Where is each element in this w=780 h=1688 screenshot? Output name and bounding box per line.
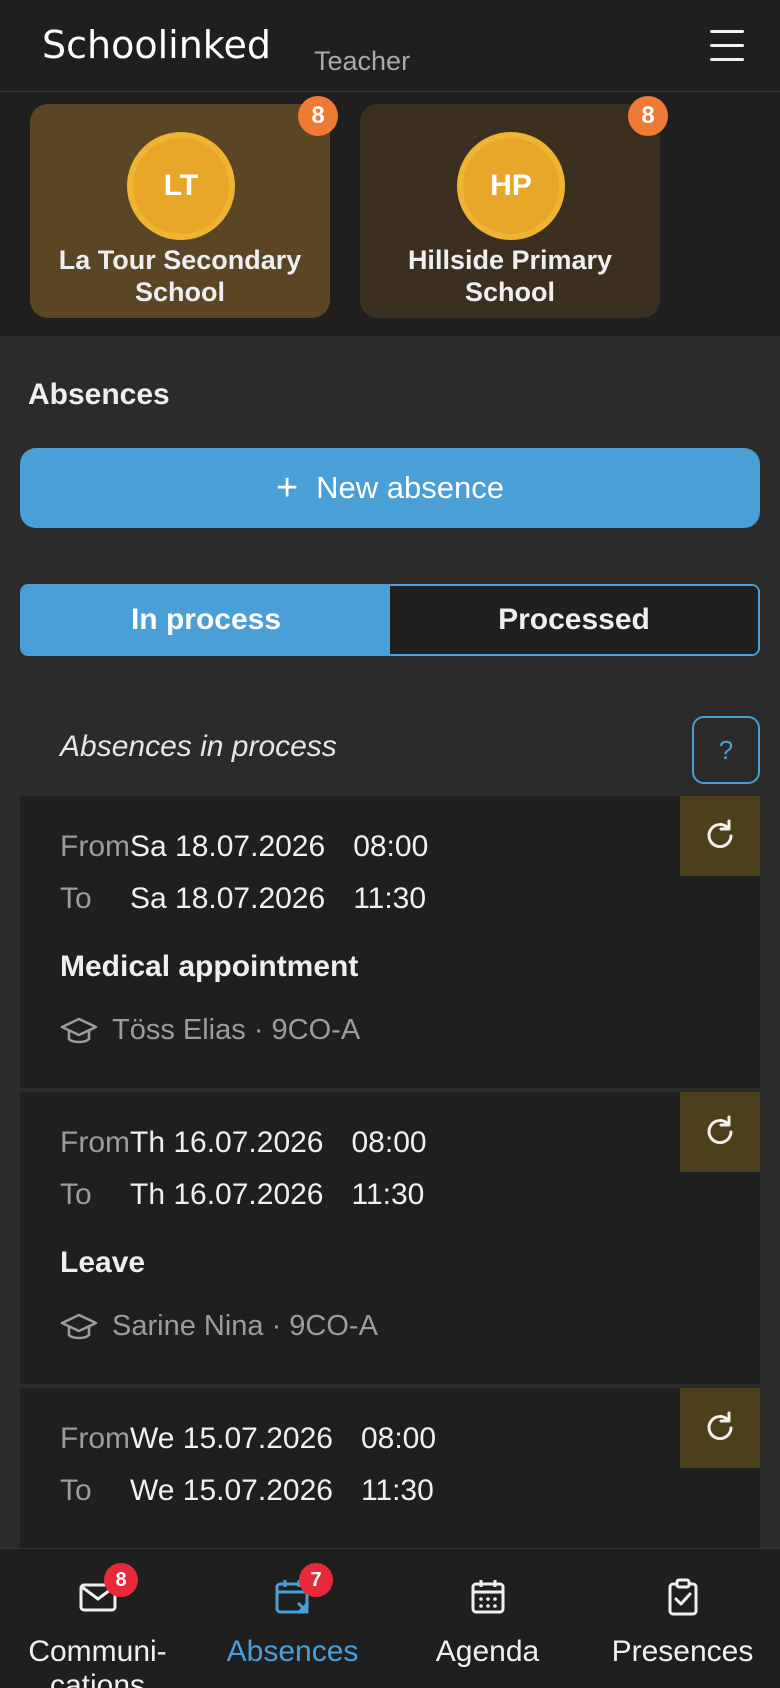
notification-badge: 8: [104, 1563, 138, 1597]
notification-badge: 8: [628, 96, 668, 136]
from-date: Sa 18.07.2026: [130, 830, 326, 863]
top-bar: Schoolinked Teacher: [0, 0, 780, 92]
to-time: 11:30: [351, 1178, 425, 1211]
calendar-icon: [471, 1580, 504, 1614]
help-button[interactable]: ?: [692, 716, 760, 784]
to-date: We 15.07.2026: [130, 1474, 333, 1507]
from-label: From: [60, 1422, 130, 1455]
nav-presences[interactable]: Presences: [585, 1549, 780, 1688]
notification-badge: 7: [299, 1563, 333, 1597]
graduation-cap-icon: [60, 1017, 98, 1043]
new-absence-label: New absence: [316, 470, 505, 505]
bottom-navigation: 8 Communi- cations 7 Absences Agenda Pre…: [0, 1548, 780, 1688]
student-info: Töss Elias · 9CO-A: [60, 1014, 360, 1047]
status-tabs: In process Processed: [20, 584, 760, 656]
reload-button[interactable]: [680, 1388, 760, 1468]
to-row: To Th 16.07.2026 11:30: [60, 1178, 424, 1212]
to-time: 11:30: [360, 1474, 434, 1507]
school-card-hillside[interactable]: HP Hillside Primary School 8: [360, 96, 668, 318]
school-name: Hillside Primary School: [407, 245, 613, 307]
school-avatar: HP: [457, 132, 565, 240]
from-label: From: [60, 830, 130, 863]
absence-card[interactable]: FromTh 16.07.2026 08:00 To Th 16.07.2026 11…: [20, 1092, 760, 1384]
menu-button[interactable]: [704, 26, 752, 66]
student-name: Töss Elias · 9CO-A: [112, 1014, 361, 1046]
page-title: Absences: [28, 378, 170, 411]
to-date: Th 16.07.2026: [130, 1178, 324, 1211]
from-time: 08:00: [351, 1126, 427, 1159]
to-row: To Sa 18.07.2026 11:30: [60, 882, 426, 916]
role-label: Teacher: [314, 46, 411, 76]
absence-reason: Medical appointment: [60, 950, 359, 983]
from-time: 08:00: [360, 1422, 437, 1455]
schoolinked-logo[interactable]: Schoolinked: [42, 20, 286, 76]
tab-in-process[interactable]: In process: [22, 586, 390, 654]
tab-processed[interactable]: Processed: [390, 586, 758, 654]
absence-reason: Leave: [60, 1246, 146, 1279]
refresh-icon: [707, 819, 733, 849]
refresh-icon: [707, 1115, 733, 1145]
to-label: To: [60, 1178, 92, 1211]
nav-label: Absences: [226, 1635, 359, 1668]
nav-absences[interactable]: 7 Absences: [195, 1549, 390, 1688]
reload-button[interactable]: [680, 796, 760, 876]
to-time: 11:30: [353, 882, 427, 915]
to-label: To: [60, 882, 92, 915]
nav-label: Presences: [611, 1635, 754, 1668]
nav-label: Agenda: [435, 1635, 540, 1668]
clipboard-check-icon: [668, 1578, 697, 1616]
school-avatar: LT: [127, 132, 235, 240]
svg-text:Schoolinked: Schoolinked: [42, 23, 271, 67]
nav-agenda[interactable]: Agenda: [390, 1549, 585, 1688]
nav-label: Communi- cations: [28, 1635, 167, 1688]
to-label: To: [60, 1474, 92, 1507]
from-row: FromTh 16.07.2026 08:00: [60, 1126, 427, 1160]
from-date: Th 16.07.2026: [130, 1126, 324, 1159]
plus-icon: +: [275, 467, 299, 509]
new-absence-button[interactable]: + New absence: [20, 448, 760, 528]
from-row: FromSa 18.07.2026 08:00: [60, 830, 428, 864]
list-title: Absences in process: [60, 730, 337, 763]
school-selector: LT La Tour Secondary School 8 HP Hillsid…: [0, 92, 780, 336]
absence-card[interactable]: FromSa 18.07.2026 08:00 To Sa 18.07.2026 11…: [20, 796, 760, 1088]
school-name: La Tour Secondary School: [58, 245, 302, 307]
from-time: 08:00: [353, 830, 429, 863]
reload-button[interactable]: [680, 1092, 760, 1172]
student-name: Sarine Nina · 9CO-A: [112, 1310, 378, 1342]
to-date: Sa 18.07.2026: [130, 882, 326, 915]
to-row: To We 15.07.2026 11:30: [60, 1474, 434, 1508]
graduation-cap-icon: [60, 1313, 98, 1339]
nav-communications[interactable]: 8 Communi- cations: [0, 1549, 195, 1688]
from-row: FromWe 15.07.2026 08:00: [60, 1422, 436, 1456]
student-info: Sarine Nina · 9CO-A: [60, 1310, 378, 1343]
from-label: From: [60, 1126, 130, 1159]
school-card-la-tour[interactable]: LT La Tour Secondary School 8: [30, 96, 338, 318]
from-date: We 15.07.2026: [130, 1422, 333, 1455]
hamburger-menu-icon: [710, 30, 744, 33]
refresh-icon: [707, 1411, 733, 1441]
notification-badge: 8: [298, 96, 338, 136]
